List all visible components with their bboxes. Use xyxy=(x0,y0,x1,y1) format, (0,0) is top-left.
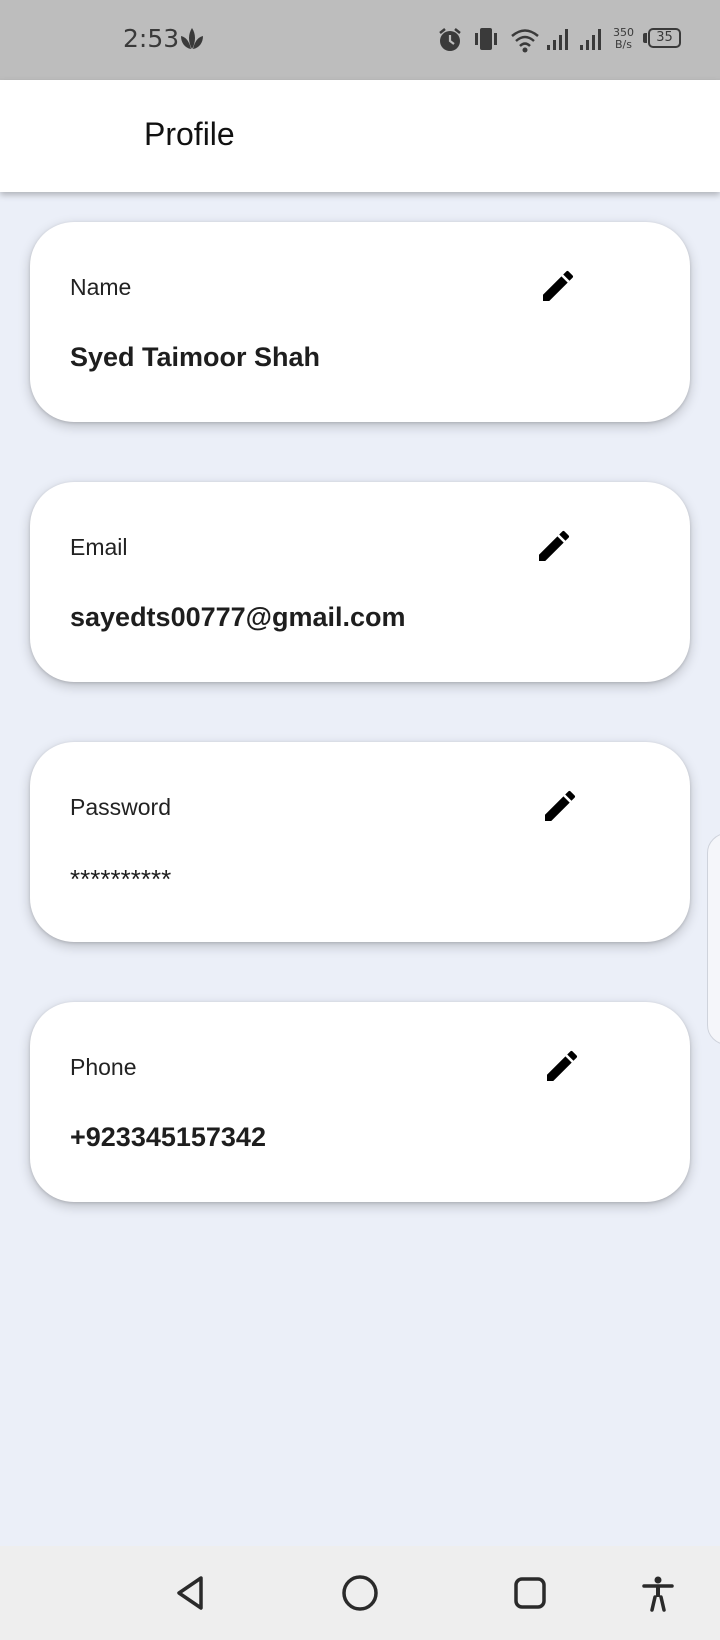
password-value: ********** xyxy=(70,864,172,894)
battery-tip xyxy=(643,33,647,43)
battery-icon: 35 xyxy=(648,28,681,48)
vibrate-icon xyxy=(472,26,500,57)
wifi-icon xyxy=(510,27,540,58)
phone-card: Phone +923345157342 xyxy=(30,1002,690,1202)
name-card: Name Syed Taimoor Shah xyxy=(30,222,690,422)
status-bar: 2:53 350 B/s 35 xyxy=(0,0,720,80)
name-label: Name xyxy=(70,274,132,300)
edit-name-button[interactable] xyxy=(536,264,580,308)
home-button[interactable] xyxy=(335,1568,385,1618)
home-icon xyxy=(342,1575,378,1611)
recents-icon xyxy=(514,1577,546,1609)
edit-icon xyxy=(539,530,570,561)
edit-phone-button[interactable] xyxy=(540,1044,584,1088)
email-value: sayedts00777@gmail.com xyxy=(70,602,406,632)
recents-button[interactable] xyxy=(505,1568,555,1618)
accessibility-button[interactable] xyxy=(633,1568,683,1618)
navigation-bar xyxy=(0,1546,720,1640)
accessibility-icon xyxy=(642,1576,674,1612)
app-bar: Profile xyxy=(0,80,720,192)
name-value: Syed Taimoor Shah xyxy=(70,342,321,372)
signal-icon xyxy=(578,26,604,57)
page-title: Profile xyxy=(144,116,235,152)
password-label: Password xyxy=(70,794,171,820)
signal-icon xyxy=(545,26,571,57)
edge-panel-handle[interactable] xyxy=(707,833,720,1045)
back-icon xyxy=(177,1576,203,1610)
edit-icon xyxy=(547,1050,578,1081)
status-time: 2:53 xyxy=(123,24,180,53)
leaf-icon xyxy=(178,26,206,57)
alarm-icon xyxy=(437,27,463,58)
network-speed-unit: B/s xyxy=(615,38,632,51)
phone-value: +923345157342 xyxy=(70,1122,266,1152)
edit-password-button[interactable] xyxy=(538,784,582,828)
edit-icon xyxy=(545,790,576,821)
edit-icon xyxy=(543,270,574,301)
email-label: Email xyxy=(70,534,128,560)
email-card: Email sayedts00777@gmail.com xyxy=(30,482,690,682)
edit-email-button[interactable] xyxy=(532,524,576,568)
network-speed: 350 B/s xyxy=(613,27,634,51)
phone-label: Phone xyxy=(70,1054,137,1080)
back-button[interactable] xyxy=(166,1568,216,1618)
password-card: Password ********** xyxy=(30,742,690,942)
